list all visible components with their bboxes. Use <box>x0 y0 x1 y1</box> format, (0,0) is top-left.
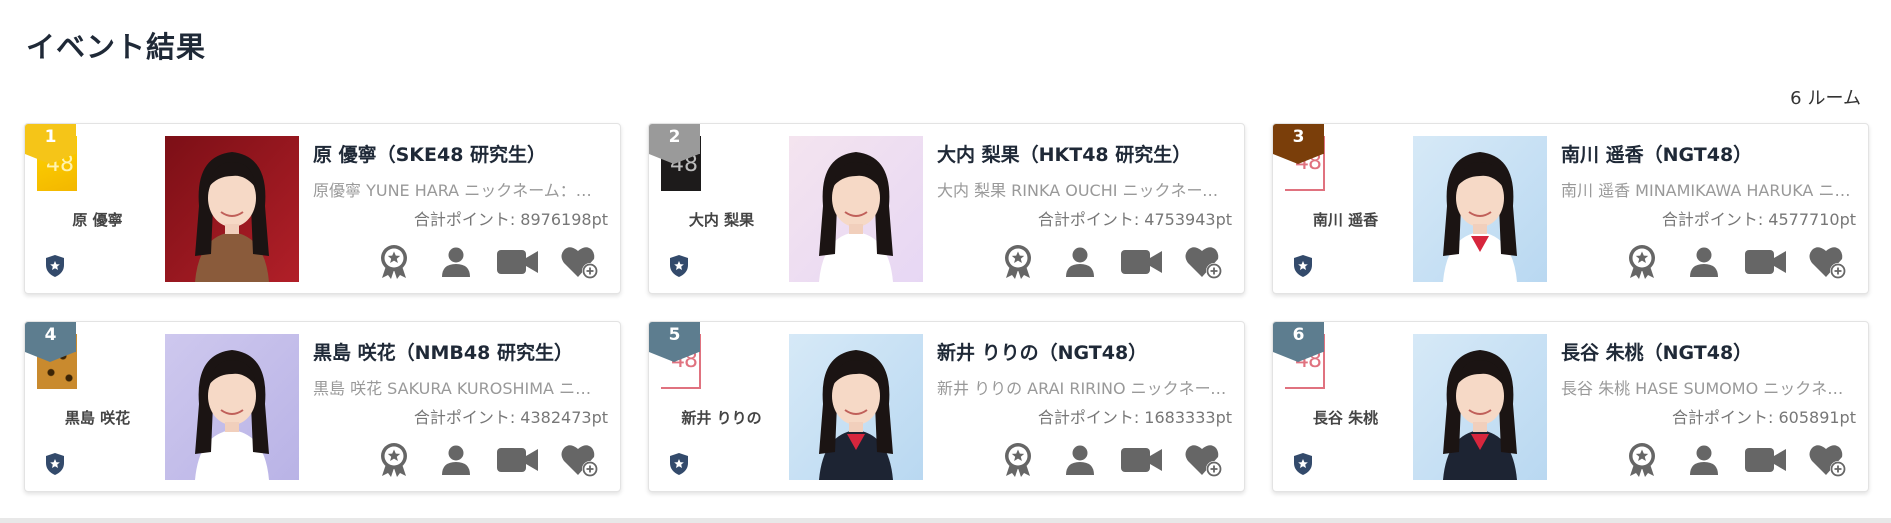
profile-icon[interactable] <box>1682 440 1726 480</box>
video-camera-icon[interactable] <box>1120 440 1164 480</box>
heart-plus-icon[interactable] <box>1806 242 1850 282</box>
rank-number: 1 <box>44 127 57 147</box>
member-name[interactable]: 長谷 朱桃（NGT48） <box>1561 338 1752 365</box>
member-description: 黒島 咲花 SAKURA KUROSHIMA ニックネーム <box>313 379 603 398</box>
room-owner-name: 大内 梨果 <box>688 211 755 229</box>
member-name[interactable]: 原 優寧（SKE48 研究生） <box>313 140 546 167</box>
page-title: イベント結果 <box>26 30 207 64</box>
room-owner-name: 原 優寧 <box>72 211 123 229</box>
rank-badge: 6 <box>1273 322 1324 362</box>
profile-icon[interactable] <box>434 242 478 282</box>
card-actions <box>372 440 602 480</box>
award-icon[interactable] <box>996 440 1040 480</box>
profile-icon[interactable] <box>1058 242 1102 282</box>
member-photo[interactable] <box>789 334 923 480</box>
member-description: 大内 梨果 RINKA OUCHI ニックネーム：りんか <box>937 181 1227 200</box>
video-camera-icon[interactable] <box>496 242 540 282</box>
heart-plus-icon[interactable] <box>558 440 602 480</box>
rank-number: 2 <box>668 127 681 147</box>
heart-plus-icon[interactable] <box>1182 242 1226 282</box>
room-card[interactable]: 48 1 原 優寧 原 優寧（SKE48 研究生） 原優寧 YUNE HARA … <box>24 123 621 294</box>
card-actions <box>996 242 1226 282</box>
member-name[interactable]: 南川 遥香（NGT48） <box>1561 140 1752 167</box>
total-points: 合計ポイント: 4753943pt <box>1037 210 1232 229</box>
member-name[interactable]: 大内 梨果（HKT48 研究生） <box>937 140 1191 167</box>
heart-plus-icon[interactable] <box>1182 440 1226 480</box>
member-name[interactable]: 新井 りりの（NGT48） <box>937 338 1147 365</box>
rank-number: 3 <box>1292 127 1305 147</box>
rank-badge: 3 <box>1273 124 1324 164</box>
room-card[interactable]: 48 6 長谷 朱桃 長谷 朱桃（NGT48） 長谷 朱桃 HASE SUMOM… <box>1272 321 1869 492</box>
video-camera-icon[interactable] <box>1744 242 1788 282</box>
member-description: 原優寧 YUNE HARA ニックネーム：ゆね 出身地：愛知県 <box>313 181 603 200</box>
star-badge-icon <box>667 452 691 476</box>
rank-badge: 1 <box>25 124 76 164</box>
star-badge-icon <box>1291 254 1315 278</box>
rank-badge: 4 <box>25 322 76 362</box>
award-icon[interactable] <box>372 440 416 480</box>
room-owner-name: 新井 りりの <box>681 409 762 427</box>
rank-number: 5 <box>668 325 681 345</box>
room-count-number: 6 <box>1790 88 1802 109</box>
star-badge-icon <box>667 254 691 278</box>
star-badge-icon <box>1291 452 1315 476</box>
award-icon[interactable] <box>996 242 1040 282</box>
room-owner-name: 南川 遥香 <box>1312 211 1379 229</box>
member-photo[interactable] <box>1413 334 1547 480</box>
card-actions <box>996 440 1226 480</box>
total-points: 合計ポイント: 4577710pt <box>1661 210 1856 229</box>
star-badge-icon <box>43 254 67 278</box>
card-actions <box>372 242 602 282</box>
room-card[interactable]: 48 5 新井 りりの 新井 りりの（NGT48） 新井 りりの ARAI RI… <box>648 321 1245 492</box>
profile-icon[interactable] <box>1058 440 1102 480</box>
award-icon[interactable] <box>1620 440 1664 480</box>
award-icon[interactable] <box>1620 242 1664 282</box>
total-points: 合計ポイント: 4382473pt <box>413 408 608 427</box>
bottom-divider <box>0 518 1891 523</box>
room-owner-name: 長谷 朱桃 <box>1312 409 1379 427</box>
award-icon[interactable] <box>372 242 416 282</box>
room-count: 6 ルーム <box>1790 84 1861 110</box>
video-camera-icon[interactable] <box>496 440 540 480</box>
room-count-unit: ルーム <box>1807 88 1861 109</box>
member-photo[interactable] <box>165 334 299 480</box>
star-badge-icon <box>43 452 67 476</box>
card-actions <box>1620 242 1850 282</box>
member-description: 長谷 朱桃 HASE SUMOMO ニックネーム：すもも <box>1561 379 1851 398</box>
total-points: 合計ポイント: 8976198pt <box>413 210 608 229</box>
member-photo[interactable] <box>165 136 299 282</box>
rank-badge: 5 <box>649 322 700 362</box>
room-card[interactable]: 4 黒島 咲花 黒島 咲花（NMB48 研究生） 黒島 咲花 SAKURA KU… <box>24 321 621 492</box>
room-card[interactable]: 48 2 大内 梨果 大内 梨果（HKT48 研究生） 大内 梨果 RINKA … <box>648 123 1245 294</box>
heart-plus-icon[interactable] <box>558 242 602 282</box>
video-camera-icon[interactable] <box>1120 242 1164 282</box>
card-actions <box>1620 440 1850 480</box>
member-name[interactable]: 黒島 咲花（NMB48 研究生） <box>313 338 573 365</box>
profile-icon[interactable] <box>1682 242 1726 282</box>
total-points: 合計ポイント: 605891pt <box>1672 408 1856 427</box>
profile-icon[interactable] <box>434 440 478 480</box>
video-camera-icon[interactable] <box>1744 440 1788 480</box>
member-description: 南川 遥香 MINAMIKAWA HARUKA ニックネーム <box>1561 181 1851 200</box>
room-owner-name: 黒島 咲花 <box>64 409 131 427</box>
rank-number: 6 <box>1292 325 1305 345</box>
member-photo[interactable] <box>789 136 923 282</box>
rank-number: 4 <box>44 325 57 345</box>
total-points: 合計ポイント: 1683333pt <box>1037 408 1232 427</box>
member-description: 新井 りりの ARAI RIRINO ニックネーム：りりの <box>937 379 1227 398</box>
room-card[interactable]: 48 3 南川 遥香 南川 遥香（NGT48） 南川 遥香 MINAMIKAWA… <box>1272 123 1869 294</box>
rank-badge: 2 <box>649 124 700 164</box>
heart-plus-icon[interactable] <box>1806 440 1850 480</box>
member-photo[interactable] <box>1413 136 1547 282</box>
